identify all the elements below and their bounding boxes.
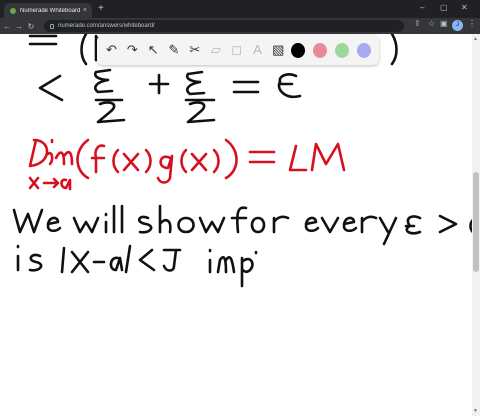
maximize-icon[interactable]: ▢ [440,3,448,13]
new-tab-button[interactable]: + [98,3,104,15]
reload-icon[interactable]: ↻ [26,22,36,31]
browser-toolbar: ← → ↻ numerade.com/answers/whiteboard/ ⇪… [0,18,480,34]
handwriting-layer [12,34,472,288]
redo-icon[interactable]: ↷ [124,41,141,59]
extensions-icon[interactable]: ▣ [440,19,448,28]
scroll-down-arrow-icon[interactable]: ▼ [473,408,478,414]
color-black-swatch[interactable] [290,42,305,58]
text-icon[interactable]: A [249,41,266,59]
color-purple-swatch[interactable] [356,42,371,58]
ink-limit-line [28,138,346,191]
numerade-favicon-icon [10,7,16,14]
url-text: numerade.com/answers/whiteboard/ [58,23,155,29]
shapes-icon[interactable]: ◻ [228,41,245,59]
forward-arrow-icon[interactable]: → [14,22,24,31]
ink-sentence-line-1 [12,204,472,246]
address-bar[interactable]: numerade.com/answers/whiteboard/ [44,20,404,32]
tools-icon[interactable]: ✂ [186,41,203,59]
select-arrow-icon[interactable]: ↖ [145,41,162,59]
browser-tab[interactable]: Numerade Whiteboard × [4,3,92,18]
share-icon[interactable]: ⇪ [414,19,421,28]
lock-icon [50,23,54,29]
image-icon[interactable]: ▧ [270,41,287,59]
browser-tab-bar: Numerade Whiteboard × + – ▢ ✕ [0,0,480,18]
color-green-swatch[interactable] [334,42,349,58]
scrollbar-thumb[interactable] [473,172,479,272]
menu-dots-icon[interactable]: ⋮ [468,19,476,28]
tab-title: Numerade Whiteboard [20,7,81,14]
ink-inequality-line [38,68,302,124]
whiteboard-canvas[interactable] [0,34,480,416]
ink-sentence-line-2 [16,244,258,288]
color-pink-swatch[interactable] [312,42,327,58]
whiteboard-toolbar: ↶ ↷ ↖ ✎ ✂ ▱ ◻ A ▧ [97,35,379,65]
close-window-button[interactable]: ✕ [461,3,468,13]
bookmark-star-icon[interactable]: ☆ [428,19,435,28]
vertical-scrollbar[interactable]: ▲ ▼ [472,34,480,416]
profile-avatar[interactable]: J [452,20,463,31]
undo-icon[interactable]: ↶ [103,41,120,59]
pen-icon[interactable]: ✎ [166,41,183,59]
back-arrow-icon[interactable]: ← [2,22,12,31]
minimize-button[interactable]: – [420,3,424,13]
scroll-up-arrow-icon[interactable]: ▲ [473,36,478,42]
tab-close-icon[interactable]: × [83,7,87,14]
eraser-icon[interactable]: ▱ [207,41,224,59]
